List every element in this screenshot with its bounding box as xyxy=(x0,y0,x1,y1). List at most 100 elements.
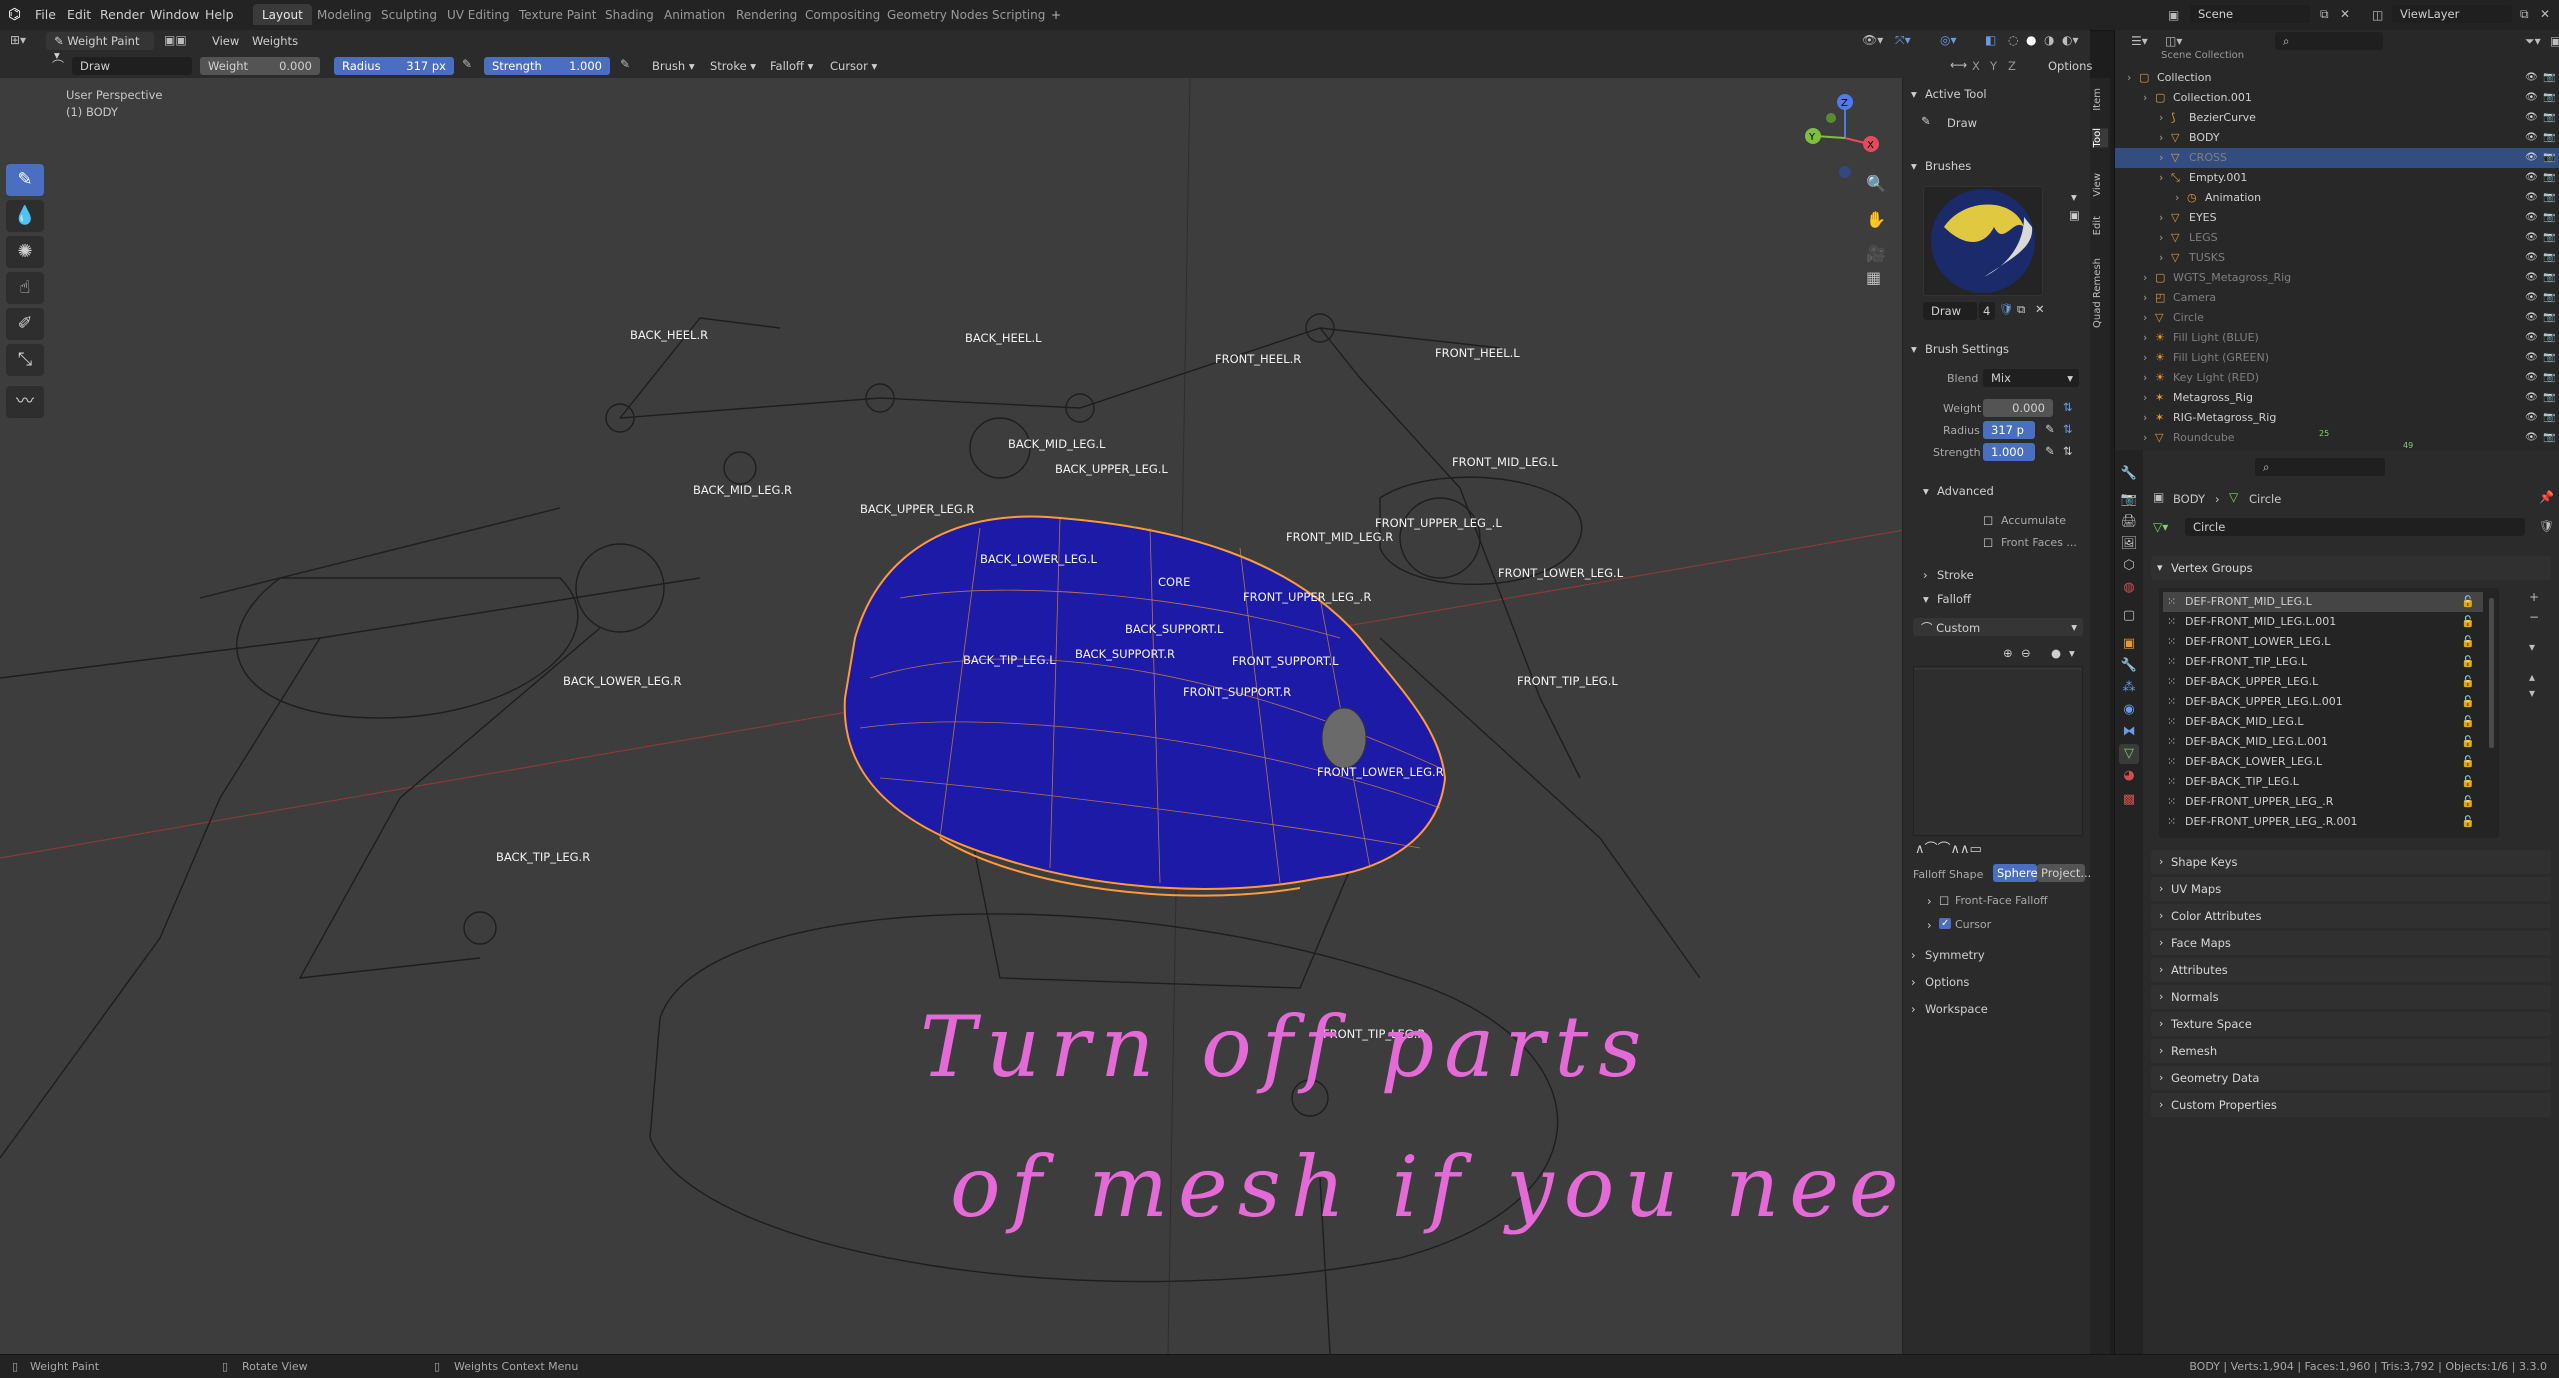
render-camera-icon[interactable]: 📷 xyxy=(2543,392,2555,403)
lock-icon[interactable]: 🔓 xyxy=(2461,795,2475,808)
rendered-shading-icon[interactable]: ◐▾ xyxy=(2062,33,2079,47)
tool-props-icon[interactable]: 🔧 xyxy=(2119,464,2139,484)
render-camera-icon[interactable]: 📷 xyxy=(2543,192,2555,203)
render-camera-icon[interactable]: 📷 xyxy=(2543,412,2555,423)
outliner-editor-icon[interactable]: ☰▾ xyxy=(2131,34,2148,48)
expand-icon[interactable]: › xyxy=(2143,411,2147,424)
constraints-props-icon[interactable]: ⧓ xyxy=(2119,722,2139,742)
expand-icon[interactable]: › xyxy=(2159,231,2163,244)
visibility-eye-icon[interactable]: 👁 xyxy=(2525,252,2538,263)
lock-icon[interactable]: 🔓 xyxy=(2461,615,2475,628)
tab-tool[interactable]: Tool xyxy=(2092,128,2108,148)
outliner-row[interactable]: › ▢ WGTS_Metagross_Rig 👁 📷 xyxy=(2115,268,2559,288)
tab-sculpting[interactable]: Sculpting xyxy=(372,4,446,25)
mesh-name-field[interactable]: Circle xyxy=(2185,518,2525,536)
vertex-group-specials-icon[interactable]: ▾ xyxy=(2529,640,2535,654)
render-camera-icon[interactable]: 📷 xyxy=(2543,212,2555,223)
tab-compositing[interactable]: Compositing xyxy=(796,4,889,25)
menu-window[interactable]: Window xyxy=(150,7,199,22)
display-mode-icon[interactable]: ◫▾ xyxy=(2165,34,2182,48)
collapse-advanced-icon[interactable]: ▾ xyxy=(1923,484,1929,498)
visibility-eye-icon[interactable]: 👁 xyxy=(2525,132,2538,143)
expand-icon[interactable]: › xyxy=(2159,171,2163,184)
outliner-row[interactable]: › ▽ LEGS 👁 📷 xyxy=(2115,228,2559,248)
visibility-eye-icon[interactable]: 👁 xyxy=(2525,372,2538,383)
front-faces-checkbox[interactable]: ☐ xyxy=(1983,536,1993,550)
3d-viewport[interactable]: ✎ 💧 ✺ ☝ ✐ ⤡ 〰 User Perspective (1) BODY … xyxy=(0,78,2090,1354)
properties-section-header[interactable]: › Shape Keys xyxy=(2151,850,2551,874)
view-layer-selector[interactable]: ViewLayer xyxy=(2392,5,2512,23)
gradient-tool-button[interactable]: ⤡ xyxy=(6,344,44,376)
mesh-data-props-icon[interactable]: ▽ xyxy=(2119,744,2139,764)
render-camera-icon[interactable]: 📷 xyxy=(2543,172,2555,183)
curve-handle-icon[interactable]: ● xyxy=(2051,646,2061,660)
falloff-title[interactable]: Falloff xyxy=(1937,592,1971,606)
workspace-title[interactable]: Workspace xyxy=(1925,1002,1988,1016)
tab-rendering[interactable]: Rendering xyxy=(727,4,806,25)
active-tool-title[interactable]: Active Tool xyxy=(1925,87,1987,101)
radius-unit-icon[interactable]: ⇅ xyxy=(2063,422,2073,436)
expand-icon[interactable]: › xyxy=(2143,371,2147,384)
xray-icon[interactable]: ◧ xyxy=(1985,33,1996,47)
radius-pressure-icon[interactable]: ✎ xyxy=(2045,422,2055,436)
outliner-search[interactable]: ⌕ xyxy=(2275,32,2383,50)
visibility-eye-icon[interactable]: 👁 xyxy=(2525,72,2538,83)
brush-add-icon[interactable]: ▣ xyxy=(2069,208,2080,222)
properties-section-header[interactable]: › Normals xyxy=(2151,985,2551,1009)
fake-user-icon[interactable]: 🛡 xyxy=(1999,302,2014,316)
visibility-eye-icon[interactable]: 👁 xyxy=(2525,232,2538,243)
blender-logo-icon[interactable]: ⌬ xyxy=(8,5,21,23)
strength-field[interactable]: 1.000 xyxy=(1983,443,2035,461)
render-camera-icon[interactable]: 📷 xyxy=(2543,72,2555,83)
outliner-row[interactable]: › ◷ Animation 👁 📷 xyxy=(2115,188,2559,208)
vertex-group-row[interactable]: ⁙ DEF-FRONT_MID_LEG.L.001 🔓 xyxy=(2163,612,2483,632)
wireframe-shading-icon[interactable]: ◌ xyxy=(2008,33,2018,47)
camera-view-icon[interactable]: 🎥 xyxy=(1866,244,1886,263)
render-camera-icon[interactable]: 📷 xyxy=(2543,152,2555,163)
axis-z-toggle[interactable]: Z xyxy=(2008,59,2016,73)
smear-tool-button[interactable]: ☝ xyxy=(6,272,44,304)
outliner-row[interactable]: › ⟆ BezierCurve 👁 📷 xyxy=(2115,108,2559,128)
radius-field[interactable]: Radius 317 px xyxy=(334,57,454,75)
vertex-group-row[interactable]: ⁙ DEF-FRONT_LOWER_LEG.L 🔓 xyxy=(2163,632,2483,652)
expand-icon[interactable]: › xyxy=(2143,91,2147,104)
tab-item[interactable]: Item xyxy=(2092,88,2108,111)
outliner-row[interactable]: › ✶ RIG-Metagross_Rig 👁 📷 xyxy=(2115,408,2559,428)
properties-section-header[interactable]: › Remesh xyxy=(2151,1039,2551,1063)
lock-icon[interactable]: 🔓 xyxy=(2461,715,2475,728)
visibility-eye-icon[interactable]: 👁 xyxy=(2525,432,2538,443)
object-props-icon[interactable]: ▣ xyxy=(2119,634,2139,654)
vertex-groups-scrollbar[interactable] xyxy=(2489,598,2494,748)
tab-layout[interactable]: Layout xyxy=(253,4,312,25)
vertex-groups-panel-header[interactable]: ▾ Vertex Groups xyxy=(2151,556,2551,580)
weight-toggle-icon[interactable]: ⇅ xyxy=(2063,400,2073,414)
unlink-brush-icon[interactable]: ✕ xyxy=(2035,302,2045,316)
vertex-group-row[interactable]: ⁙ DEF-FRONT_UPPER_LEG_.R.001 🔓 xyxy=(2163,812,2483,832)
move-down-icon[interactable]: ▾ xyxy=(2529,686,2535,700)
falloff-shape-presets-icon[interactable]: ∧⌒⌒∧∧▭ xyxy=(1915,838,1982,857)
axis-x-toggle[interactable]: X xyxy=(1972,59,1980,73)
scene-selector[interactable]: Scene xyxy=(2190,5,2310,23)
render-camera-icon[interactable]: 📷 xyxy=(2543,352,2555,363)
visibility-eye-icon[interactable]: 👁 xyxy=(2525,352,2538,363)
zoom-out-curve-icon[interactable]: ⊖ xyxy=(2021,646,2031,660)
weight-field[interactable]: 0.000 xyxy=(1983,399,2053,417)
annotate-tool-button[interactable]: 〰 xyxy=(6,386,44,418)
zoom-in-curve-icon[interactable]: ⊕ xyxy=(2003,646,2013,660)
render-camera-icon[interactable]: 📷 xyxy=(2543,312,2555,323)
properties-section-header[interactable]: › UV Maps xyxy=(2151,877,2551,901)
properties-search[interactable]: ⌕ xyxy=(2255,458,2385,476)
collapse-active-tool-icon[interactable]: ▾ xyxy=(1911,87,1917,101)
render-camera-icon[interactable]: 📷 xyxy=(2543,232,2555,243)
modifier-props-icon[interactable]: 🔧 xyxy=(2119,656,2139,676)
outliner-row[interactable]: › ☀ Fill Light (BLUE) 👁 📷 xyxy=(2115,328,2559,348)
menu-render[interactable]: Render xyxy=(100,7,145,22)
mesh-body[interactable] xyxy=(843,515,1447,890)
expand-symmetry-icon[interactable]: › xyxy=(1911,948,1916,962)
visibility-eye-icon[interactable]: 👁 xyxy=(2525,292,2538,303)
expand-icon[interactable]: › xyxy=(2143,311,2147,324)
output-props-icon[interactable]: 🖨 xyxy=(2119,512,2139,532)
render-camera-icon[interactable]: 📷 xyxy=(2543,432,2555,443)
close-scene-icon[interactable]: ✕ xyxy=(2340,7,2350,21)
stroke-title[interactable]: Stroke xyxy=(1937,568,1974,582)
